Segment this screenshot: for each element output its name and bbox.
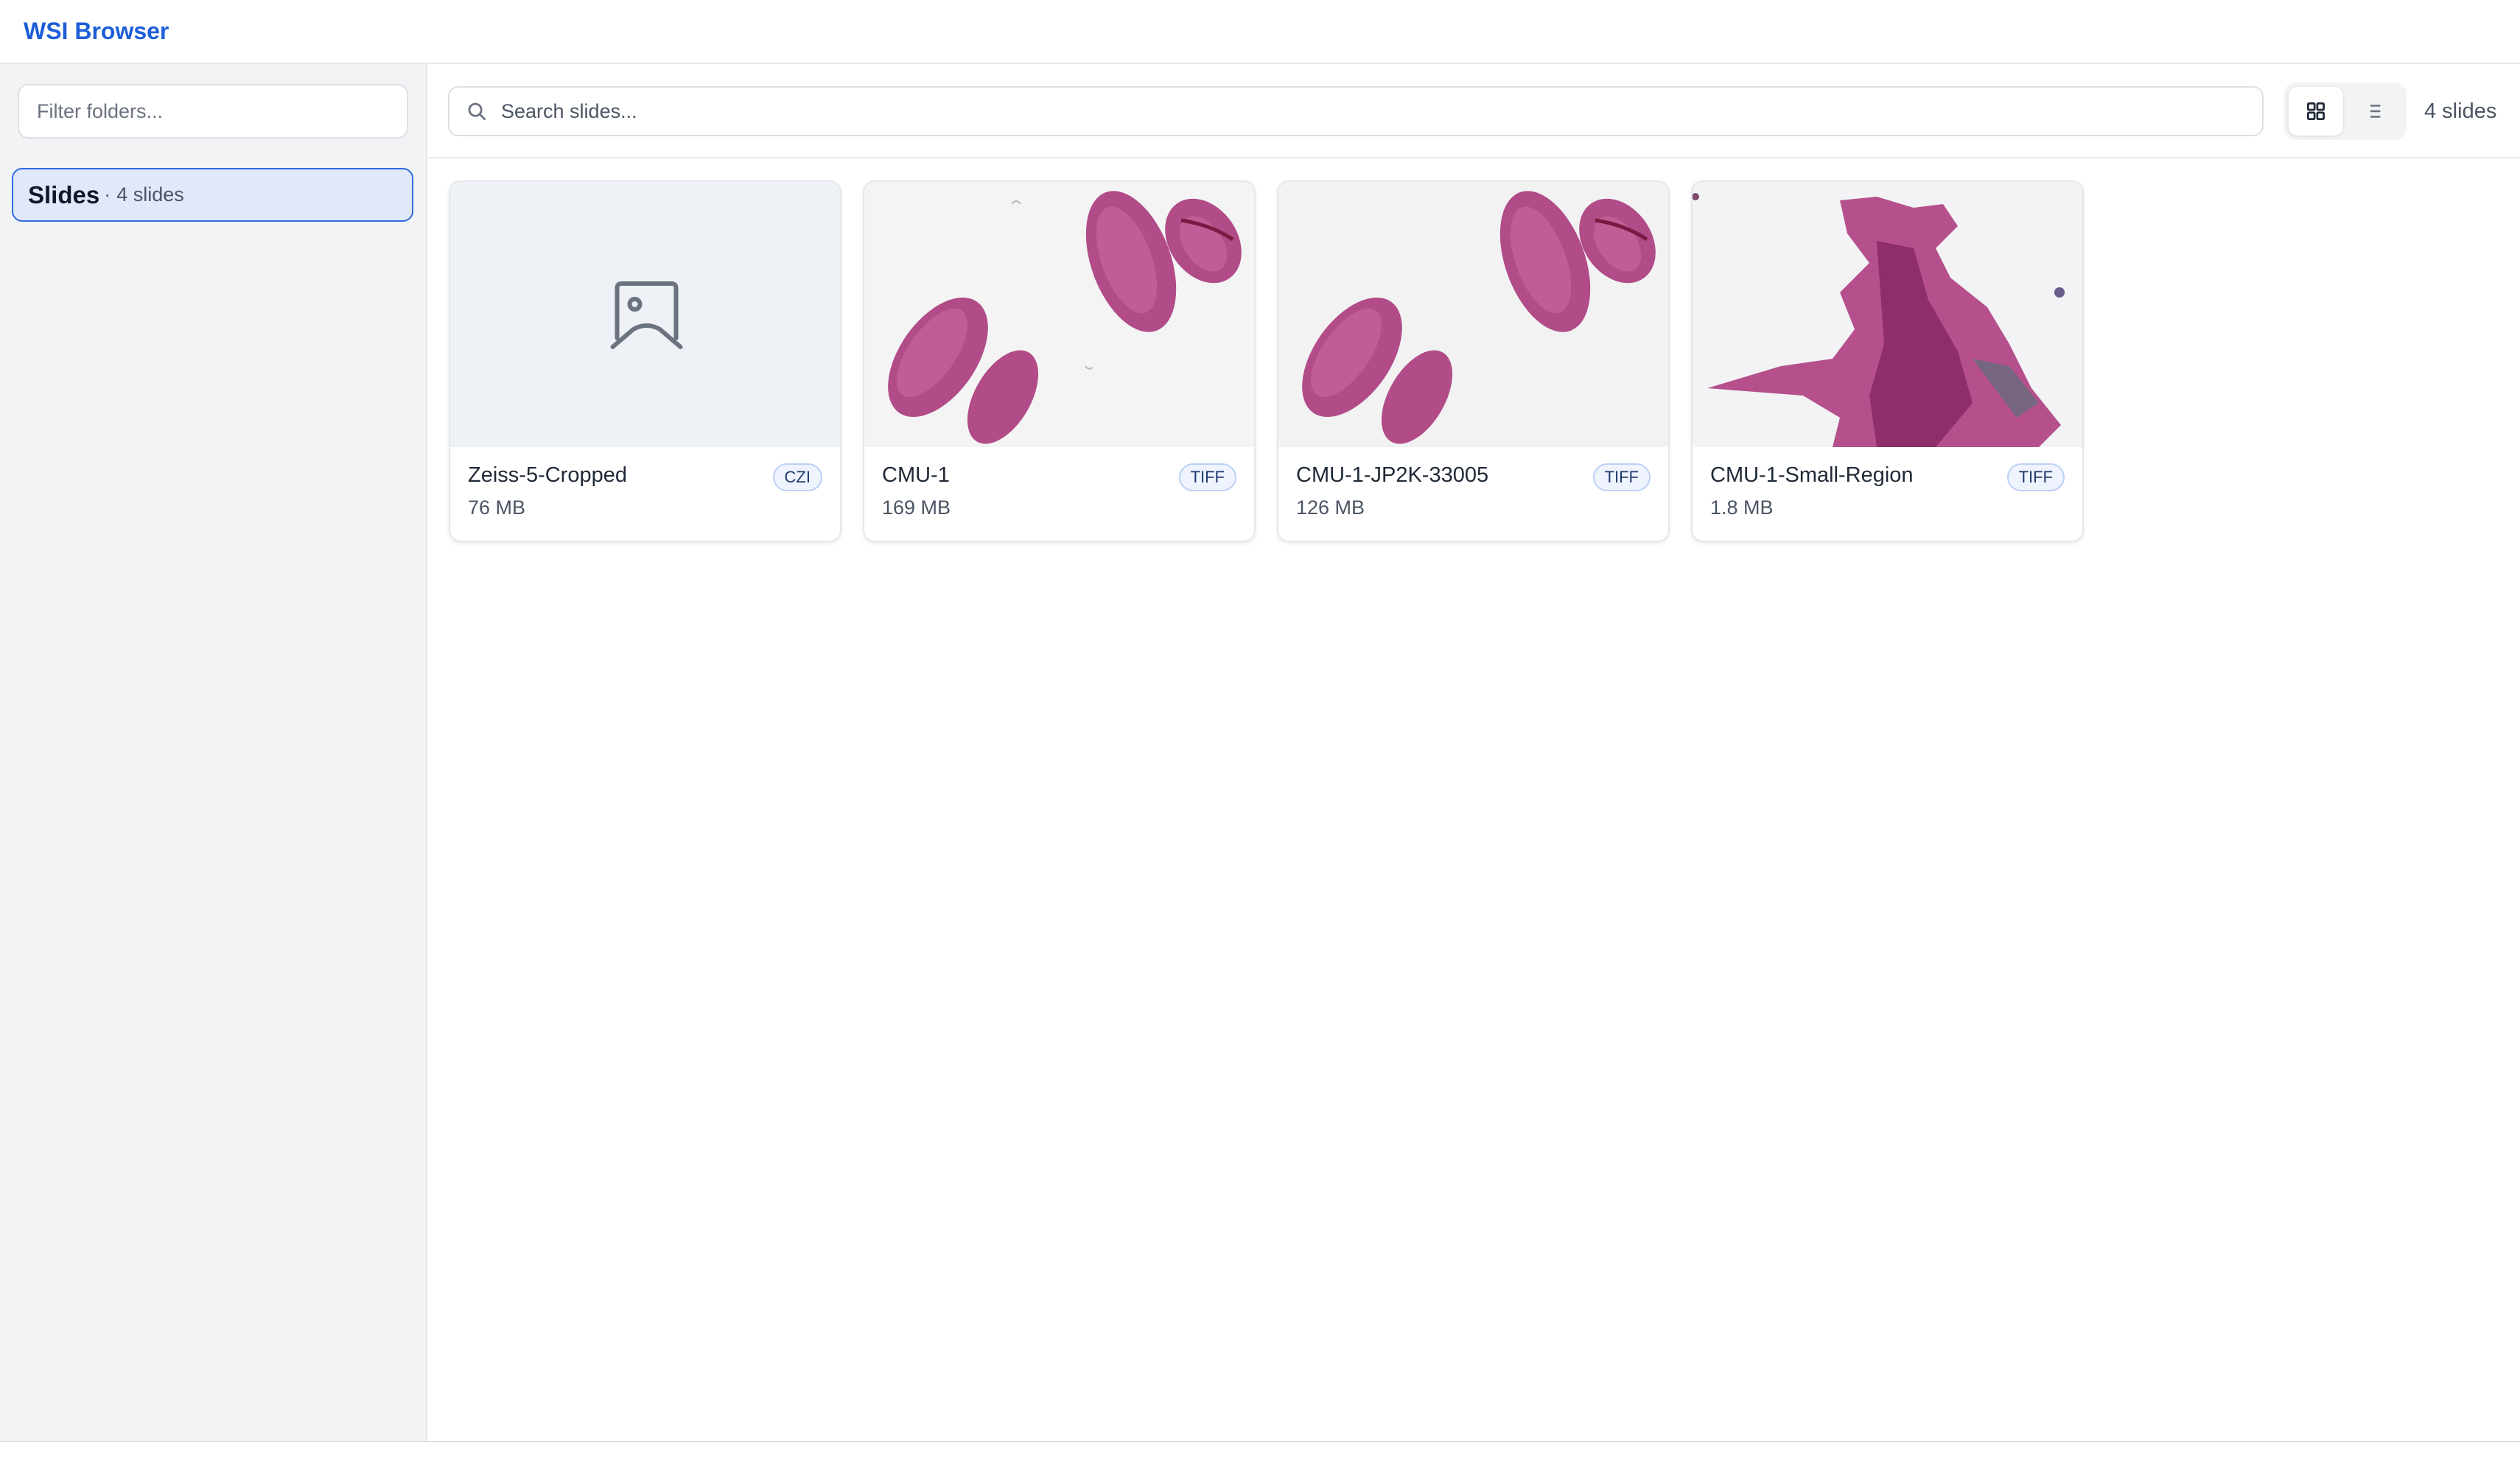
folder-filter-input[interactable] [18,84,408,138]
list-view-button[interactable] [2348,87,2402,136]
slide-grid: Zeiss-5-Cropped CZI 76 MB CMU-1 TIFF 169… [449,180,2105,542]
slide-size: 169 MB [882,496,951,519]
slide-card-body: CMU-1-Small-Region TIFF 1.8 MB [1693,447,2082,541]
folder-separator: · [104,183,111,206]
toolbar: 4 slides [429,64,2520,158]
app-header: WSI Browser [0,0,2520,64]
slide-thumbnail [864,182,1254,447]
slide-card-body: Zeiss-5-Cropped CZI 76 MB [450,447,840,541]
slide-name: CMU-1-Small-Region [1710,463,1914,487]
folder-slide-count: 4 slides [116,183,184,206]
bottom-border [0,1441,2520,1457]
slide-card[interactable]: Zeiss-5-Cropped CZI 76 MB [449,180,841,542]
tissue-region-thumbnail-image [1693,182,2082,447]
format-badge: CZI [772,463,822,491]
slide-size: 1.8 MB [1710,496,1774,519]
tissue-thumbnail-image [1278,182,1668,447]
slide-card-body: CMU-1-JP2K-33005 TIFF 126 MB [1278,447,1668,541]
tissue-thumbnail-image [864,182,1254,447]
slide-name: CMU-1-JP2K-33005 [1296,463,1489,487]
search-input[interactable] [500,99,2253,124]
slide-size: 126 MB [1296,496,1365,519]
format-badge: TIFF [1178,463,1236,491]
grid-view-button[interactable] [2289,87,2343,136]
list-icon [2370,105,2381,118]
format-badge: TIFF [1592,463,1651,491]
slide-name: Zeiss-5-Cropped [468,463,627,487]
search-box[interactable] [448,86,2264,136]
slide-thumbnail [1278,182,1668,447]
slide-card-body: CMU-1 TIFF 169 MB [864,447,1254,541]
slide-card[interactable]: CMU-1-JP2K-33005 TIFF 126 MB [1277,180,1670,542]
slide-card[interactable]: CMU-1-Small-Region TIFF 1.8 MB [1691,180,2084,542]
slide-size: 76 MB [468,496,526,519]
sidebar: Slides · 4 slides [0,64,427,1442]
slide-thumbnail [450,182,840,447]
image-placeholder-icon [610,281,683,349]
view-toggle [2284,82,2407,140]
slide-thumbnail [1693,182,2082,447]
folder-name: Slides [28,180,100,208]
slide-card[interactable]: CMU-1 TIFF 169 MB [863,180,1256,542]
folder-item-slides[interactable]: Slides · 4 slides [12,168,413,222]
format-badge: TIFF [2006,463,2065,491]
app-title[interactable]: WSI Browser [24,18,169,45]
search-icon [468,102,486,120]
grid-icon [2307,102,2325,120]
slide-name: CMU-1 [882,463,950,487]
slide-total-count: 4 slides [2424,99,2497,123]
